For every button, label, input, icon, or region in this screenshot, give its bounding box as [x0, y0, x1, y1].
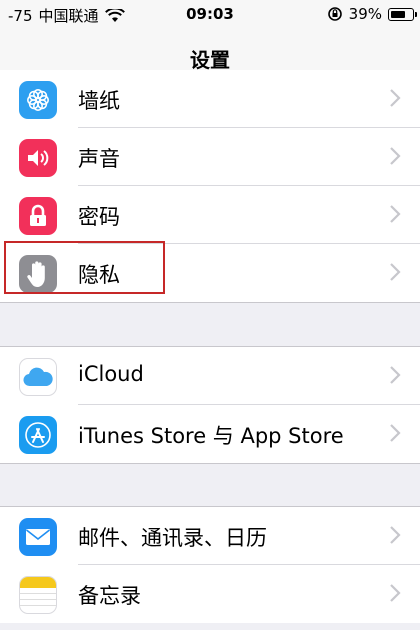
settings-row-wallpaper[interactable]: 墙纸: [0, 70, 420, 128]
page-title: 设置: [190, 48, 230, 72]
app-store-icon: [19, 416, 57, 454]
battery-percent: 39%: [348, 5, 382, 23]
settings-row-mail-contacts-calendars[interactable]: 邮件、通讯录、日历: [0, 507, 420, 565]
settings-row-label: 邮件、通讯录、日历: [78, 526, 267, 550]
settings-row-itunes-app-store[interactable]: iTunes Store 与 App Store: [0, 405, 420, 463]
settings-row-label: 墙纸: [78, 89, 120, 113]
settings-row-icloud[interactable]: iCloud: [0, 347, 420, 405]
lock-icon: [19, 197, 57, 235]
settings-row-label: iTunes Store 与 App Store: [78, 424, 344, 448]
speaker-icon: [19, 139, 57, 177]
settings-group-accounts: iCloud iTunes Store 与 App Store: [0, 346, 420, 464]
wallpaper-flower-icon: [19, 81, 57, 119]
notes-icon: [19, 576, 57, 614]
settings-group-apps: 邮件、通讯录、日历 备忘录: [0, 506, 420, 623]
settings-row-label: 备忘录: [78, 584, 141, 608]
chevron-right-icon: [390, 89, 401, 107]
privacy-highlight-box: [4, 241, 165, 294]
settings-row-label: 声音: [78, 147, 120, 171]
chevron-right-icon: [390, 424, 401, 442]
chevron-right-icon: [390, 205, 401, 223]
settings-row-passcode[interactable]: 密码: [0, 186, 420, 244]
status-right: 39%: [327, 5, 417, 23]
battery-icon: [388, 7, 417, 21]
cloud-icon: [19, 358, 57, 396]
settings-row-label: iCloud: [78, 362, 144, 386]
mail-icon: [19, 518, 57, 556]
chevron-right-icon: [390, 584, 401, 602]
chevron-right-icon: [390, 263, 401, 281]
chevron-right-icon: [390, 147, 401, 165]
settings-row-label: 密码: [78, 205, 120, 229]
chevron-right-icon: [390, 366, 401, 384]
settings-row-sounds[interactable]: 声音: [0, 128, 420, 186]
chevron-right-icon: [390, 526, 401, 544]
status-bar: -75 中国联通 09:03 39%: [0, 0, 420, 30]
settings-row-notes[interactable]: 备忘录: [0, 565, 420, 623]
rotation-lock-icon: [327, 7, 342, 21]
